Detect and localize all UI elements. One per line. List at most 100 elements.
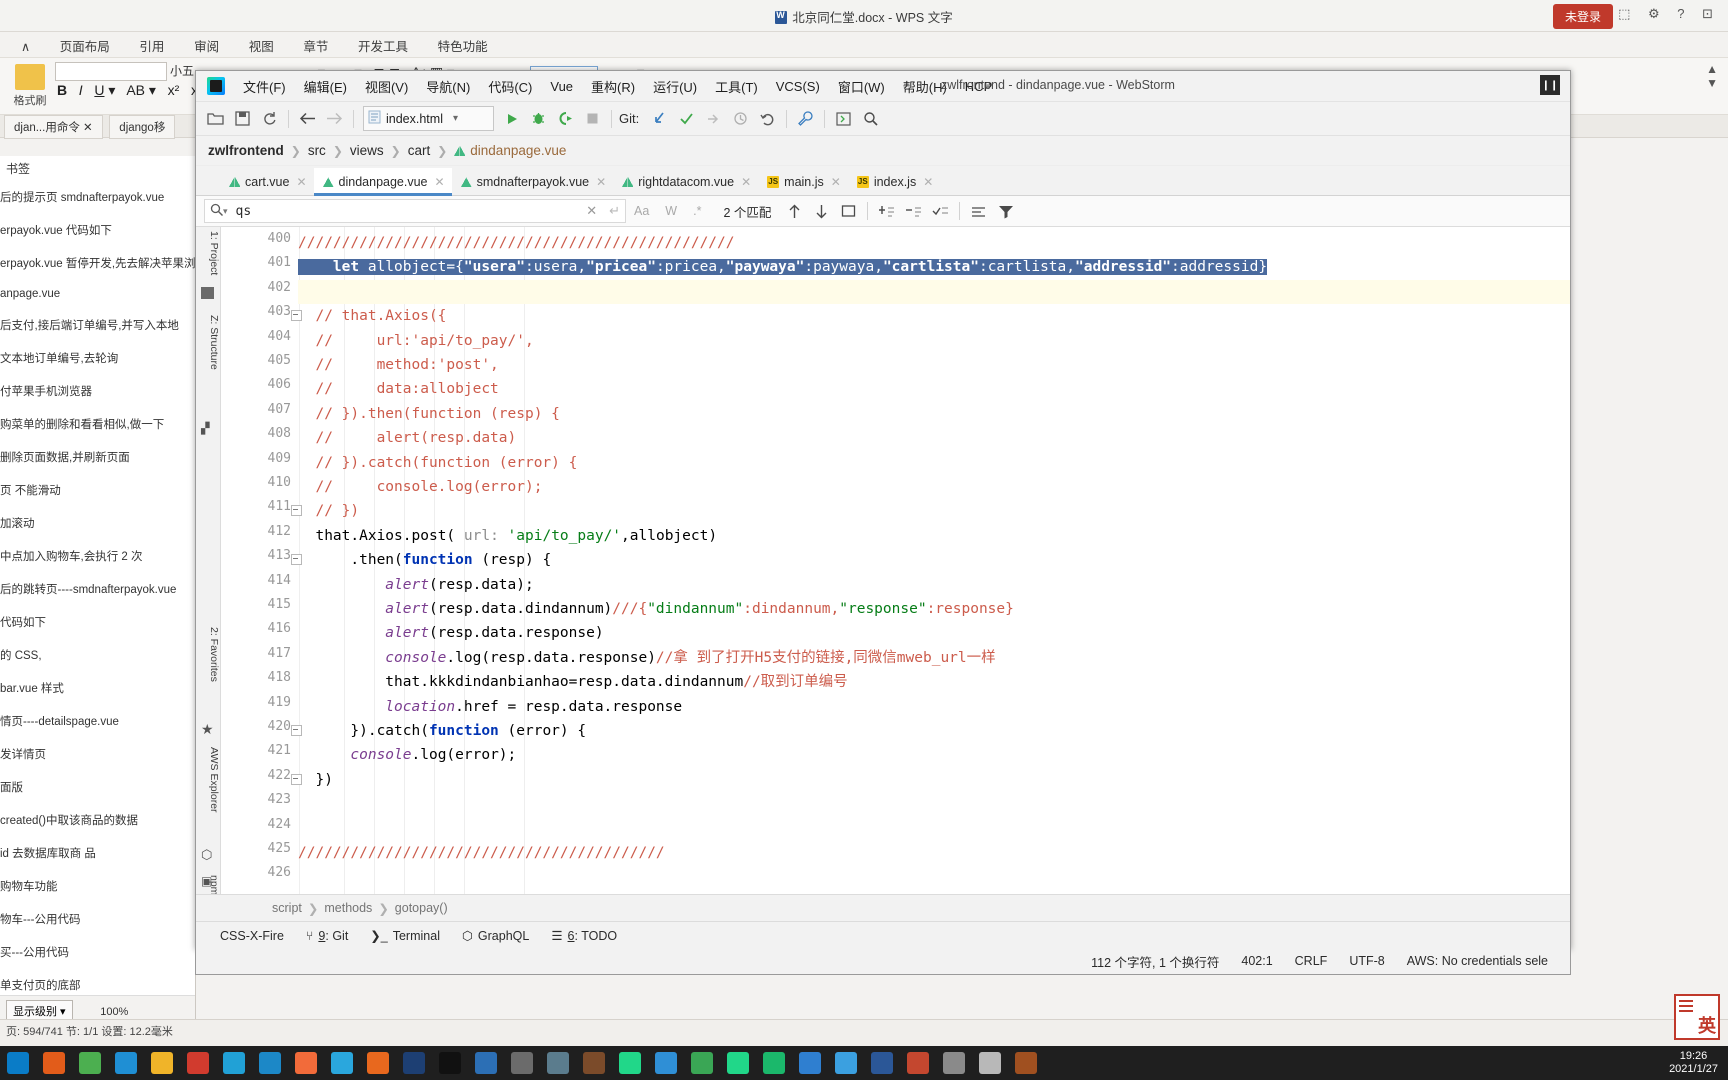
status-caret-position[interactable]: 402:1 xyxy=(1241,954,1272,968)
underline-button[interactable]: U xyxy=(94,82,104,98)
chevron-down-icon[interactable]: ▾ xyxy=(453,113,458,124)
line-number-gutter[interactable]: 400 401 402 403 404 405 406 407 408 409 410 411 412 4… xyxy=(221,227,302,894)
close-tab-icon[interactable]: ✕ xyxy=(923,175,933,189)
structure-crumb-methods[interactable]: methods xyxy=(324,901,372,915)
menu-vcs[interactable]: VCS(S) xyxy=(767,79,829,94)
editor-tab-smdnafterpayok-vue[interactable]: smdnafterpayok.vue ✕ xyxy=(452,168,614,195)
code-line[interactable]: console.log(resp.data.response)//拿 到了打开H… xyxy=(298,646,1570,670)
pycharm2-icon[interactable] xyxy=(756,1046,792,1080)
debug-button[interactable] xyxy=(525,107,552,131)
bookmark-item[interactable]: 页 不能滑动 xyxy=(0,480,195,500)
bookmark-item[interactable]: 购菜单的删除和看看相似,做一下 xyxy=(0,414,195,434)
taskbar-clock[interactable]: 19:26 2021/1/27 xyxy=(1669,1050,1728,1076)
app1-icon[interactable] xyxy=(648,1046,684,1080)
bookmark-item[interactable]: 后的跳转页----smdnafterpayok.vue xyxy=(0,579,195,599)
bookmark-item[interactable]: created()中取该商品的数据 xyxy=(0,810,195,830)
wps-login-button[interactable]: 未登录 xyxy=(1552,4,1613,29)
code-line[interactable]: // console.log(error); xyxy=(298,475,1570,499)
vscode-icon[interactable] xyxy=(468,1046,504,1080)
code-line[interactable]: // data:allobject xyxy=(298,377,1570,401)
firefox2-icon[interactable] xyxy=(360,1046,396,1080)
code-line[interactable]: ////////////////////////////////////////… xyxy=(298,841,1570,865)
app2-icon[interactable] xyxy=(684,1046,720,1080)
project-folder-icon[interactable] xyxy=(201,287,214,299)
menu-vue[interactable]: Vue xyxy=(541,79,582,94)
structure-icon[interactable]: ▞ xyxy=(201,422,209,435)
editor-area[interactable]: 1: Project Z: Structure ▞ 2: Favorites ★… xyxy=(196,227,1570,894)
app6-icon[interactable] xyxy=(936,1046,972,1080)
tool-project-label[interactable]: 1: Project xyxy=(196,231,220,275)
git-update-icon[interactable] xyxy=(646,107,673,131)
find-in-selection-icon[interactable] xyxy=(965,199,992,223)
wps-icon[interactable] xyxy=(180,1046,216,1080)
tool-window-bar[interactable]: CSS-X-Fire ⑂ 9: Git ❯_ Terminal ⬡ GraphQ… xyxy=(196,921,1570,949)
select-all-occurrences-icon[interactable] xyxy=(927,199,954,223)
left-tool-strip[interactable]: 1: Project Z: Structure ▞ 2: Favorites ★… xyxy=(196,227,221,894)
structure-crumb-script[interactable]: script xyxy=(272,901,302,915)
menu-run[interactable]: 运行(U) xyxy=(644,77,706,96)
code-line[interactable]: alert(resp.data.response) xyxy=(298,621,1570,645)
ime-indicator[interactable]: 英 xyxy=(1674,994,1720,1040)
bookmark-item[interactable]: 文本地订单编号,去轮询 xyxy=(0,348,195,368)
bookmark-item[interactable]: 删除页面数据,并刷新页面 xyxy=(0,447,195,467)
menu-file[interactable]: 文件(F) xyxy=(234,77,295,96)
format-painter-group[interactable]: 格式刷 xyxy=(8,64,52,110)
bookmark-item[interactable]: anpage.vue xyxy=(0,286,195,302)
wps-menu-item-3[interactable]: 审阅 xyxy=(181,32,232,59)
wps-menu-item-4[interactable]: 视图 xyxy=(236,32,287,59)
webstorm-toolbar[interactable]: index.html ▾ Git: xyxy=(196,102,1570,136)
bold-button[interactable]: B xyxy=(57,82,67,98)
terminal-window-icon[interactable] xyxy=(830,107,857,131)
stop-button[interactable] xyxy=(579,107,606,131)
terminal-icon[interactable] xyxy=(432,1046,468,1080)
firefox-icon[interactable] xyxy=(36,1046,72,1080)
bookmark-item[interactable]: 的 CSS, xyxy=(0,645,195,665)
find-whole-words-toggle[interactable]: W xyxy=(657,204,685,218)
wps-menu-item-1[interactable]: 页面布局 xyxy=(47,32,123,59)
add-selection-icon[interactable] xyxy=(873,199,900,223)
word-icon[interactable] xyxy=(864,1046,900,1080)
search-icon[interactable] xyxy=(108,1046,144,1080)
close-tab-icon[interactable]: ✕ xyxy=(596,175,606,189)
bookmark-item[interactable]: erpayok.vue 代码如下 xyxy=(0,220,195,240)
menu-code[interactable]: 代码(C) xyxy=(479,77,541,96)
bookmark-item[interactable]: 购物车功能 xyxy=(0,876,195,896)
bookmark-item[interactable]: 代码如下 xyxy=(0,612,195,632)
zoom-level-label[interactable]: 100% xyxy=(100,1006,128,1018)
bookmark-item[interactable]: 面版 xyxy=(0,777,195,797)
code-line[interactable]: // that.Axios({ xyxy=(298,304,1570,328)
edge-icon[interactable] xyxy=(216,1046,252,1080)
code-line[interactable]: alert(resp.data); xyxy=(298,573,1570,597)
forward-arrow-icon[interactable] xyxy=(321,107,348,131)
ie-icon[interactable] xyxy=(252,1046,288,1080)
find-select-all-icon[interactable] xyxy=(835,199,862,223)
bookmark-item[interactable]: 中点加入购物车,会执行 2 次 xyxy=(0,546,195,566)
run-button[interactable] xyxy=(498,107,525,131)
find-prev-icon[interactable] xyxy=(781,199,808,223)
bookmark-item[interactable]: bar.vue 样式 xyxy=(0,678,195,698)
webstorm-status-bar[interactable]: 112 个字符, 1 个换行符 402:1 CRLF UTF-8 AWS: No… xyxy=(195,948,1571,975)
app8-icon[interactable] xyxy=(1008,1046,1044,1080)
wps-menu-item-5[interactable]: 章节 xyxy=(290,32,341,59)
close-tab-icon[interactable]: ✕ xyxy=(831,175,841,189)
wps-doc-tab-0[interactable]: djan...用命令 ✕ xyxy=(4,115,103,139)
bookmark-item[interactable]: 加滚动 xyxy=(0,513,195,533)
menu-navigate[interactable]: 导航(N) xyxy=(417,77,479,96)
menu-edit[interactable]: 编辑(E) xyxy=(295,77,356,96)
code-line[interactable]: // }) xyxy=(298,499,1570,523)
wps-menu-item-0[interactable]: ∧ xyxy=(8,35,43,58)
close-tab-icon[interactable]: ✕ xyxy=(435,175,445,189)
toolwindow-css-x-fire[interactable]: CSS-X-Fire xyxy=(220,929,284,943)
find-regex-toggle[interactable]: .* xyxy=(685,204,709,218)
git-commit-icon[interactable] xyxy=(673,107,700,131)
toolwindow-graphql[interactable]: ⬡ GraphQL xyxy=(462,928,529,944)
status-line-separator[interactable]: CRLF xyxy=(1295,954,1328,968)
run-coverage-button[interactable] xyxy=(552,107,579,131)
status-encoding[interactable]: UTF-8 xyxy=(1349,954,1384,968)
pause-indicator-icon[interactable]: ❙❙ xyxy=(1540,75,1560,95)
win-icon[interactable] xyxy=(504,1046,540,1080)
code-line[interactable]: location.href = resp.data.response xyxy=(298,695,1570,719)
bookmark-item[interactable]: 单支付页的底部 xyxy=(0,975,195,995)
menu-tools[interactable]: 工具(T) xyxy=(706,77,767,96)
close-tab-icon[interactable]: ✕ xyxy=(741,175,751,189)
